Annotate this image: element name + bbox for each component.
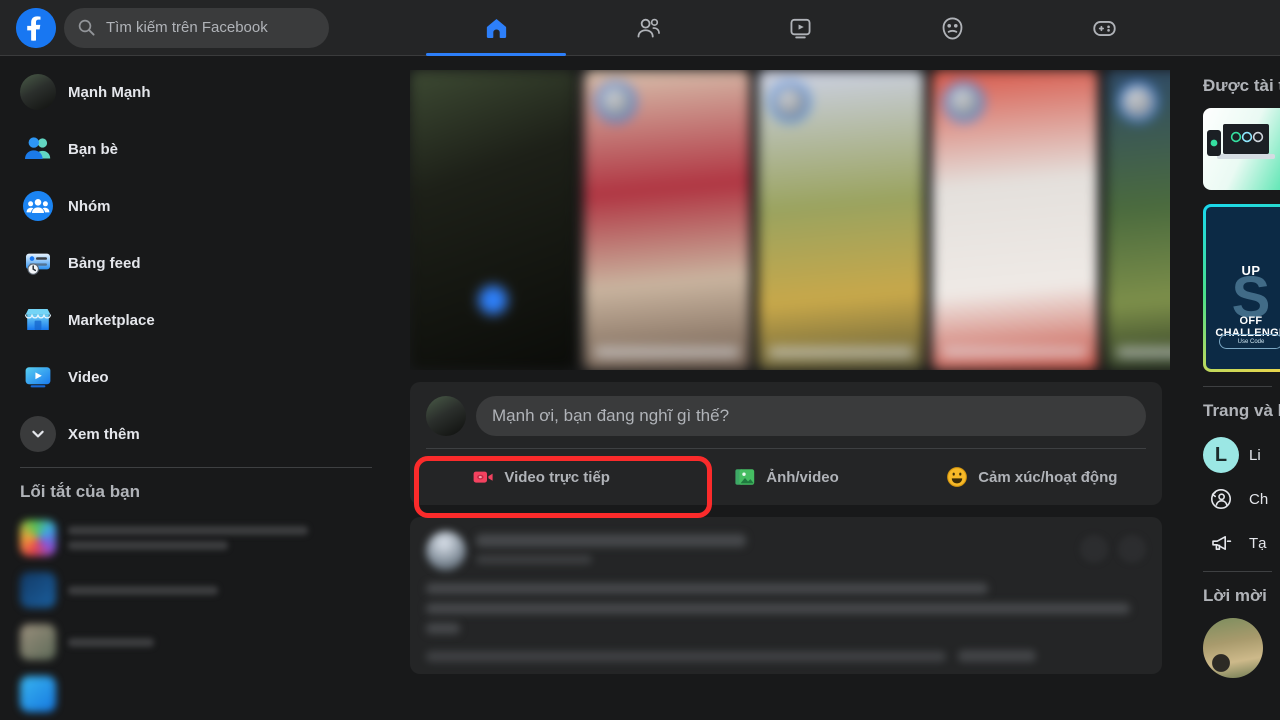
composer-actions: Video trực tiếp Ảnh/video Cảm xúc/hoạt đ…	[410, 449, 1162, 505]
ad-headline: UP	[1241, 263, 1261, 278]
sidebar-item-profile[interactable]: Mạnh Mạnh	[12, 68, 400, 116]
photo-video-icon	[735, 469, 755, 485]
feeling-activity-button[interactable]: Cảm xúc/hoạt động	[909, 457, 1154, 497]
sponsored-ad-challenge[interactable]: S UP OFF CHALLENGE Use Code	[1203, 204, 1280, 372]
photo-video-button[interactable]: Ảnh/video	[663, 457, 908, 497]
story-card[interactable]	[1106, 70, 1170, 370]
live-video-button[interactable]: Video trực tiếp	[418, 457, 663, 497]
switch-profile-label: Ch	[1249, 490, 1269, 508]
switch-profile-icon	[1203, 481, 1239, 517]
live-video-icon	[473, 471, 493, 483]
list-item[interactable]	[12, 564, 400, 616]
search-input[interactable]: Tìm kiếm trên Facebook	[64, 7, 329, 48]
sidebar-item-friends[interactable]: Bạn bè	[12, 125, 400, 173]
create-post-placeholder: Mạnh ơi, bạn đang nghĩ gì thế?	[492, 406, 730, 425]
page-avatar-L: L	[1203, 437, 1239, 473]
top-navigation-bar: Tìm kiếm trên Facebook	[0, 0, 1280, 56]
groups-icon	[20, 188, 56, 224]
friend-avatar[interactable]	[1203, 618, 1263, 678]
tab-gaming[interactable]	[1028, 0, 1180, 56]
tab-video[interactable]	[724, 0, 876, 56]
emoji-icon	[947, 467, 968, 487]
search-placeholder-text: Tìm kiếm trên Facebook	[106, 19, 268, 36]
story-card[interactable]	[410, 70, 576, 370]
tab-home[interactable]	[420, 0, 572, 56]
create-ad-label: Tạ	[1249, 534, 1267, 552]
sidebar-item-label: Mạnh Mạnh	[68, 83, 151, 101]
sidebar-item-see-more[interactable]: Xem thêm	[12, 410, 400, 458]
sidebar-item-marketplace[interactable]: Marketplace	[12, 296, 400, 344]
sidebar-divider	[20, 467, 372, 468]
sidebar-item-groups[interactable]: Nhóm	[12, 182, 400, 230]
avatar[interactable]	[426, 531, 466, 571]
invites-heading: Lời mời	[1203, 586, 1267, 605]
right-rail-divider-2	[1203, 571, 1272, 572]
shortcut-icon	[20, 520, 56, 556]
stories-tray	[410, 70, 1170, 370]
list-item[interactable]	[12, 616, 400, 668]
post-header-actions	[1080, 535, 1146, 563]
sponsored-ad-devices[interactable]	[1203, 108, 1280, 190]
video-icon	[20, 359, 56, 395]
right-rail-divider	[1203, 386, 1272, 387]
ad-cta[interactable]: Use Code	[1219, 334, 1280, 349]
avatar[interactable]	[426, 396, 466, 436]
list-item[interactable]	[12, 512, 400, 564]
shortcut-label-blurred	[68, 526, 308, 550]
sidebar-item-label: Nhóm	[68, 197, 111, 215]
more-options-icon[interactable]	[1080, 535, 1108, 563]
chevron-down-icon	[20, 416, 56, 452]
right-sidebar: Được tài trợ S UP OFF CHALLENGE Use Code…	[1195, 56, 1280, 720]
switch-profile-item[interactable]: Ch	[1195, 477, 1280, 521]
post-author-blurred	[476, 531, 1146, 564]
facebook-logo-icon[interactable]	[16, 7, 56, 48]
story-card[interactable]	[758, 70, 924, 370]
close-icon[interactable]	[1118, 535, 1146, 563]
pages-heading: Trang và hồ sơ	[1203, 401, 1280, 420]
main-feed: Mạnh ơi, bạn đang nghĩ gì thế? Video trự…	[410, 70, 1170, 720]
live-video-label: Video trực tiếp	[504, 468, 610, 486]
sidebar-item-label: Bảng feed	[68, 254, 141, 272]
story-card[interactable]	[932, 70, 1098, 370]
user-avatar	[20, 74, 56, 110]
shortcut-icon	[20, 624, 56, 660]
feed-post-card	[410, 517, 1162, 674]
tab-friends[interactable]	[572, 0, 724, 56]
facebook-page: Tìm kiếm trên Facebook Mạnh Mạnh Bạn bè …	[0, 0, 1280, 720]
create-ad-item[interactable]: Tạ	[1195, 521, 1280, 565]
friends-icon	[20, 131, 56, 167]
search-icon	[78, 19, 95, 36]
post-footer-blurred	[426, 650, 1146, 662]
shortcut-label-blurred	[68, 585, 218, 595]
list-item[interactable]	[12, 668, 400, 720]
story-card[interactable]	[584, 70, 750, 370]
shortcut-icon	[20, 676, 56, 712]
page-item-label: Li	[1249, 446, 1261, 464]
sidebar-item-label: Xem thêm	[68, 425, 140, 443]
create-story-button	[475, 282, 511, 318]
main-nav-tabs	[420, 0, 1180, 56]
sidebar-item-label: Bạn bè	[68, 140, 119, 158]
sidebar-item-label: Marketplace	[68, 311, 155, 329]
photo-video-label: Ảnh/video	[766, 468, 839, 486]
post-composer-card: Mạnh ơi, bạn đang nghĩ gì thế? Video trự…	[410, 382, 1162, 505]
page-item-L[interactable]: L Li	[1195, 433, 1280, 477]
shortcut-icon	[20, 572, 56, 608]
left-sidebar: Mạnh Mạnh Bạn bè Nhóm Bảng feed Marketpl…	[0, 56, 400, 720]
sponsored-heading: Được tài trợ	[1203, 76, 1280, 95]
tab-groups[interactable]	[876, 0, 1028, 56]
post-text-blurred	[426, 583, 1146, 634]
sidebar-item-label: Video	[68, 368, 109, 386]
news-feed-icon	[20, 245, 56, 281]
sidebar-item-news-feed[interactable]: Bảng feed	[12, 239, 400, 287]
sidebar-item-video[interactable]: Video	[12, 353, 400, 401]
create-post-input[interactable]: Mạnh ơi, bạn đang nghĩ gì thế?	[476, 396, 1146, 436]
marketplace-icon	[20, 302, 56, 338]
shortcut-label-blurred	[68, 637, 154, 647]
shortcuts-heading: Lối tắt của bạn	[20, 482, 140, 501]
megaphone-icon	[1203, 525, 1239, 561]
feeling-activity-label: Cảm xúc/hoạt động	[978, 468, 1118, 486]
